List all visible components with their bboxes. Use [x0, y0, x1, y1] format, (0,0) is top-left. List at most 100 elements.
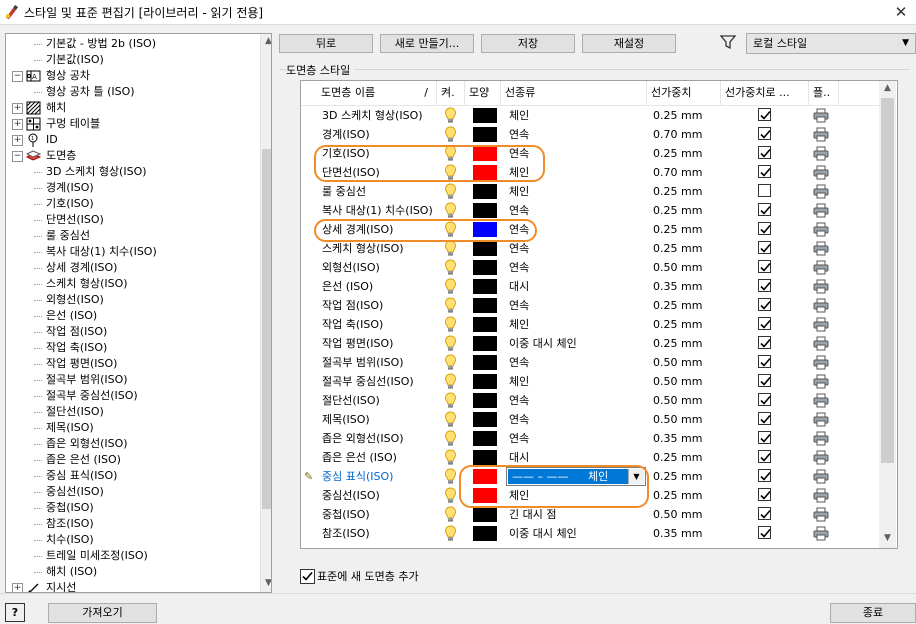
printer-icon[interactable]: [813, 165, 829, 180]
lightbulb-on-icon[interactable]: [444, 202, 457, 219]
layer-lineweight[interactable]: 0.25 mm: [653, 448, 702, 467]
printer-icon[interactable]: [813, 127, 829, 142]
layer-lineweight[interactable]: 0.70 mm: [653, 163, 702, 182]
layer-row[interactable]: 좁은 외형선(ISO) 연속 0.35 mm: [301, 429, 879, 448]
layer-lineweight[interactable]: 0.50 mm: [653, 391, 702, 410]
layer-lineweight[interactable]: 0.35 mm: [653, 524, 702, 543]
layer-color-swatch[interactable]: [473, 393, 497, 408]
scale-by-lineweight-checkbox[interactable]: [758, 336, 771, 349]
col-header-scale[interactable]: 선가중치로 ...: [721, 81, 809, 105]
layer-name[interactable]: 은선 (ISO): [322, 277, 373, 296]
layer-color-swatch[interactable]: [473, 507, 497, 522]
lightbulb-on-icon[interactable]: [444, 297, 457, 314]
layer-name[interactable]: 절곡부 중심선(ISO): [322, 372, 414, 391]
scale-by-lineweight-checkbox[interactable]: [758, 279, 771, 292]
lightbulb-on-icon[interactable]: [444, 506, 457, 523]
printer-icon[interactable]: [813, 393, 829, 408]
collapse-icon[interactable]: −: [12, 151, 23, 162]
expand-icon[interactable]: +: [12, 119, 23, 130]
printer-icon[interactable]: [813, 488, 829, 503]
scale-by-lineweight-checkbox[interactable]: [758, 317, 771, 330]
printer-icon[interactable]: [813, 279, 829, 294]
layer-lineweight[interactable]: 0.25 mm: [653, 144, 702, 163]
tree-scrollbar[interactable]: ▲ ▼: [260, 34, 271, 592]
layer-name[interactable]: 절곡부 범위(ISO): [322, 353, 404, 372]
layer-linetype[interactable]: 연속: [509, 296, 529, 315]
lightbulb-on-icon[interactable]: [444, 487, 457, 504]
layer-name[interactable]: 외형선(ISO): [322, 258, 380, 277]
layer-name[interactable]: 중첩(ISO): [322, 505, 370, 524]
layer-row[interactable]: 참조(ISO) 이중 대시 체인 0.35 mm: [301, 524, 879, 543]
layer-linetype[interactable]: 연속: [509, 258, 529, 277]
printer-icon[interactable]: [813, 317, 829, 332]
layer-lineweight[interactable]: 0.35 mm: [653, 277, 702, 296]
tree-scroll-thumb[interactable]: [262, 149, 271, 509]
layer-color-swatch[interactable]: [473, 279, 497, 294]
style-tree[interactable]: ▲ ▼ 기본값 - 방법 2b (ISO) 기본값(ISO) − A 형상 공차 형상 공…: [5, 33, 272, 593]
layer-linetype[interactable]: 연속: [509, 391, 529, 410]
scroll-up-arrow-icon[interactable]: ▲: [880, 81, 895, 96]
layer-name[interactable]: 중심선(ISO): [322, 486, 380, 505]
layer-color-swatch[interactable]: [473, 355, 497, 370]
layer-lineweight[interactable]: 0.25 mm: [653, 486, 702, 505]
layer-color-swatch[interactable]: [473, 108, 497, 123]
layer-row[interactable]: 절곡부 범위(ISO) 연속 0.50 mm: [301, 353, 879, 372]
col-header-plot[interactable]: 플..: [809, 81, 839, 105]
expand-icon[interactable]: +: [12, 103, 23, 114]
layer-row[interactable]: 작업 점(ISO) 연속 0.25 mm: [301, 296, 879, 315]
expand-icon[interactable]: +: [12, 135, 23, 146]
lightbulb-on-icon[interactable]: [444, 183, 457, 200]
lightbulb-on-icon[interactable]: [444, 392, 457, 409]
layer-linetype[interactable]: 연속: [509, 201, 529, 220]
layer-lineweight[interactable]: 0.25 mm: [653, 467, 702, 486]
layer-row[interactable]: 룰 중심선 체인 0.25 mm: [301, 182, 879, 201]
style-filter-select[interactable]: 로컬 스타일 ▼: [746, 33, 916, 54]
grid-scrollbar[interactable]: ▲ ▼: [879, 81, 896, 548]
layer-row[interactable]: 3D 스케치 형상(ISO) 체인 0.25 mm: [301, 106, 879, 125]
layer-color-swatch[interactable]: [473, 203, 497, 218]
layer-color-swatch[interactable]: [473, 241, 497, 256]
layer-lineweight[interactable]: 0.35 mm: [653, 429, 702, 448]
lightbulb-on-icon[interactable]: [444, 373, 457, 390]
printer-icon[interactable]: [813, 450, 829, 465]
layer-name[interactable]: 3D 스케치 형상(ISO): [322, 106, 423, 125]
layer-linetype[interactable]: 체인: [509, 106, 529, 125]
layer-color-swatch[interactable]: [473, 450, 497, 465]
printer-icon[interactable]: [813, 374, 829, 389]
layer-name[interactable]: 좁은 은선 (ISO): [322, 448, 397, 467]
layer-linetype[interactable]: 연속: [509, 125, 529, 144]
layer-row[interactable]: 복사 대상(1) 치수(ISO) 연속 0.25 mm: [301, 201, 879, 220]
scale-by-lineweight-checkbox[interactable]: [758, 298, 771, 311]
lightbulb-on-icon[interactable]: [444, 335, 457, 352]
layer-name[interactable]: 좁은 외형선(ISO): [322, 429, 404, 448]
layer-linetype[interactable]: 체인: [509, 315, 529, 334]
layer-name[interactable]: 작업 축(ISO): [322, 315, 383, 334]
col-header-linetype[interactable]: 선종류: [501, 81, 647, 105]
checkbox[interactable]: [300, 569, 315, 584]
layer-row[interactable]: 작업 평면(ISO) 이중 대시 체인 0.25 mm: [301, 334, 879, 353]
scale-by-lineweight-checkbox[interactable]: [758, 222, 771, 235]
lightbulb-on-icon[interactable]: [444, 240, 457, 257]
scale-by-lineweight-checkbox[interactable]: [758, 127, 771, 140]
import-button[interactable]: 가져오기: [48, 603, 157, 623]
layer-row[interactable]: 절곡부 중심선(ISO) 체인 0.50 mm: [301, 372, 879, 391]
new-button[interactable]: 새로 만들기...: [380, 34, 474, 53]
layer-name[interactable]: 경계(ISO): [322, 125, 370, 144]
layer-lineweight[interactable]: 0.25 mm: [653, 334, 702, 353]
scale-by-lineweight-checkbox[interactable]: [758, 241, 771, 254]
expand-icon[interactable]: +: [12, 583, 23, 592]
layer-row[interactable]: 제목(ISO) 연속 0.50 mm: [301, 410, 879, 429]
close-button[interactable]: 종료: [830, 603, 916, 623]
printer-icon[interactable]: [813, 431, 829, 446]
layer-name[interactable]: 복사 대상(1) 치수(ISO): [322, 201, 433, 220]
layer-lineweight[interactable]: 0.50 mm: [653, 410, 702, 429]
layer-lineweight[interactable]: 0.25 mm: [653, 239, 702, 258]
col-header-weight[interactable]: 선가중치: [647, 81, 721, 105]
layer-linetype[interactable]: 연속: [509, 429, 529, 448]
lightbulb-on-icon[interactable]: [444, 468, 457, 485]
printer-icon[interactable]: [813, 241, 829, 256]
col-header-name[interactable]: 도면층 이름 /: [301, 81, 437, 105]
lightbulb-on-icon[interactable]: [444, 107, 457, 124]
layer-color-swatch[interactable]: [473, 317, 497, 332]
collapse-icon[interactable]: −: [12, 71, 23, 82]
